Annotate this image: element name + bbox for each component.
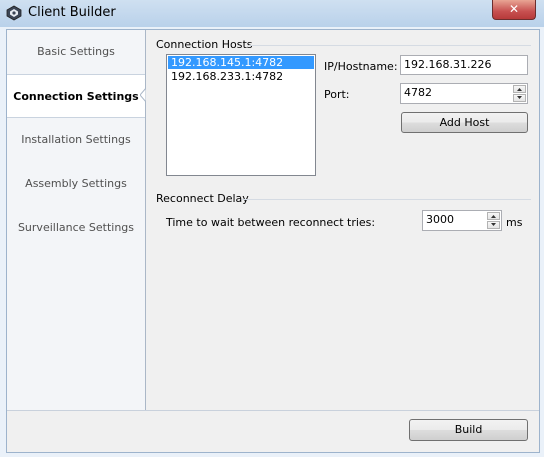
host-list-item[interactable]: 192.168.145.1:4782 xyxy=(168,56,314,69)
reconnect-delay-title: Reconnect Delay xyxy=(156,192,249,205)
delay-unit-label: ms xyxy=(506,216,523,229)
hosts-listbox[interactable]: 192.168.145.1:4782 192.168.233.1:4782 xyxy=(166,54,316,176)
reconnect-delay-label: Time to wait between reconnect tries: xyxy=(166,216,376,229)
title-bar: Client Builder ✕ xyxy=(0,0,544,27)
port-value: 4782 xyxy=(404,86,432,99)
close-icon: ✕ xyxy=(508,2,520,16)
group-divider xyxy=(242,199,531,200)
sidebar-item-basic-settings[interactable]: Basic Settings xyxy=(7,30,145,74)
port-label: Port: xyxy=(324,88,350,101)
port-down-button[interactable] xyxy=(513,94,526,102)
sidebar-item-label: Connection Settings xyxy=(13,90,139,103)
builder-dialog: Basic Settings Connection Settings Insta… xyxy=(6,29,540,453)
chevron-up-icon xyxy=(491,215,496,218)
delay-up-button[interactable] xyxy=(487,212,500,220)
build-button[interactable]: Build xyxy=(409,419,528,441)
group-divider xyxy=(249,45,531,46)
add-host-button[interactable]: Add Host xyxy=(401,112,528,133)
port-up-button[interactable] xyxy=(513,85,526,93)
sidebar-item-surveillance-settings[interactable]: Surveillance Settings xyxy=(7,206,145,250)
footer-divider xyxy=(7,410,539,411)
host-list-item[interactable]: 192.168.233.1:4782 xyxy=(168,70,314,83)
app-icon xyxy=(6,5,22,21)
chevron-down-icon xyxy=(491,223,496,226)
sidebar-item-label: Assembly Settings xyxy=(25,177,127,190)
close-button[interactable]: ✕ xyxy=(492,0,536,20)
window-title: Client Builder xyxy=(28,5,116,20)
connection-hosts-title: Connection Hosts xyxy=(156,38,253,51)
ip-hostname-label: IP/Hostname: xyxy=(324,60,398,73)
chevron-down-icon xyxy=(517,96,522,99)
reconnect-delay-stepper[interactable]: 3000 xyxy=(422,210,502,231)
port-stepper[interactable]: 4782 xyxy=(400,83,528,104)
sidebar-item-label: Surveillance Settings xyxy=(17,221,135,234)
delay-down-button[interactable] xyxy=(487,221,500,229)
settings-sidebar: Basic Settings Connection Settings Insta… xyxy=(7,30,146,410)
sidebar-item-assembly-settings[interactable]: Assembly Settings xyxy=(7,162,145,206)
active-tab-pointer-icon xyxy=(140,88,150,102)
sidebar-item-connection-settings[interactable]: Connection Settings xyxy=(7,74,145,118)
sidebar-item-label: Installation Settings xyxy=(21,133,131,146)
ip-hostname-input[interactable]: 192.168.31.226 xyxy=(400,55,528,75)
sidebar-item-installation-settings[interactable]: Installation Settings xyxy=(7,118,145,162)
chevron-up-icon xyxy=(517,88,522,91)
sidebar-item-label: Basic Settings xyxy=(37,45,115,58)
reconnect-delay-value: 3000 xyxy=(426,213,454,226)
